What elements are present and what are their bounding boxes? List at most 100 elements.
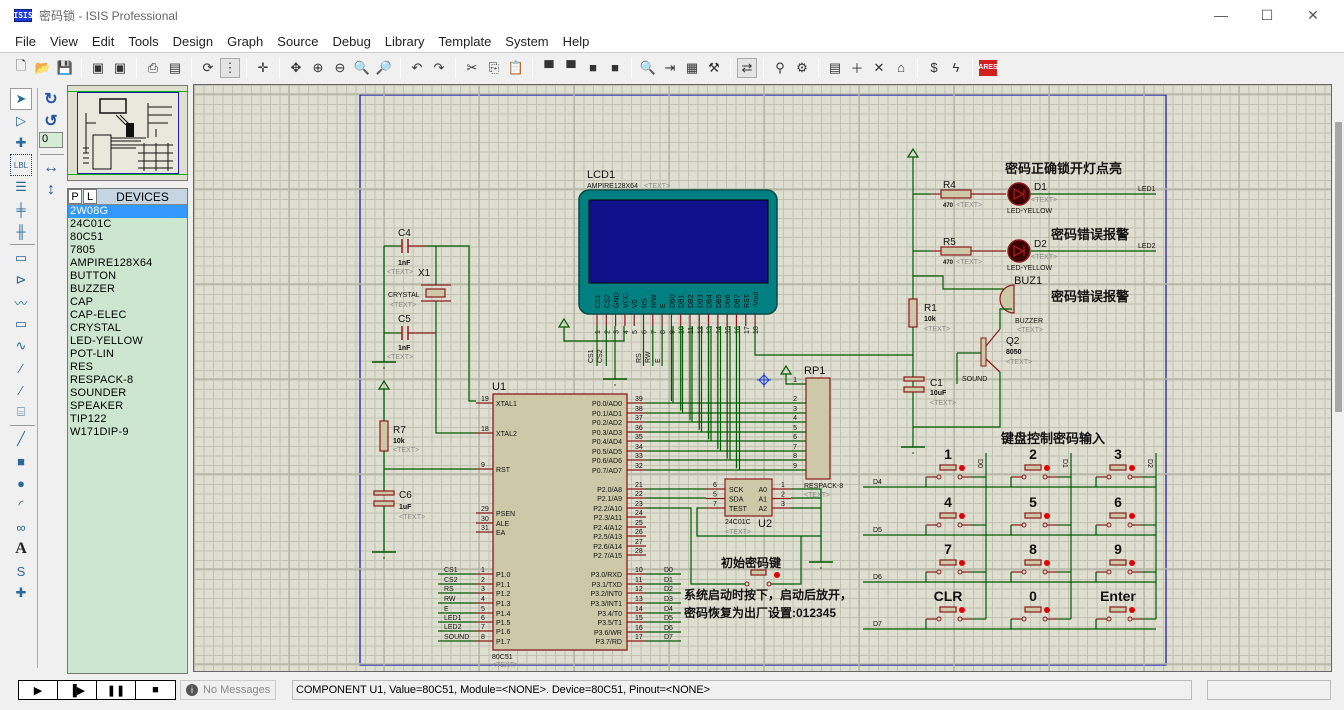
paste-icon[interactable]: 📋 xyxy=(506,58,526,78)
text-script-icon[interactable]: ☰ xyxy=(10,176,32,198)
wire-label-icon[interactable]: LBL xyxy=(10,154,32,176)
path-2d-icon[interactable]: ∞ xyxy=(10,516,32,538)
search-tag-icon[interactable]: ⚲ xyxy=(770,58,790,78)
new-icon[interactable]: 🗋 xyxy=(11,58,31,78)
device-pins-icon[interactable]: ⊳ xyxy=(10,269,32,291)
device-list-item[interactable]: RESPACK-8 xyxy=(68,374,187,387)
menu-design[interactable]: Design xyxy=(166,34,220,49)
device-list-item[interactable]: CAP xyxy=(68,296,187,309)
copy-icon[interactable]: ⎘ xyxy=(484,58,504,78)
selection-mode-icon[interactable]: ➤ xyxy=(10,88,32,110)
zoom-all-icon[interactable]: 🔍 xyxy=(352,58,372,78)
bill-of-materials-icon[interactable]: $ xyxy=(924,58,944,78)
marker-2d-icon[interactable]: ✚ xyxy=(10,582,32,604)
device-list-item[interactable]: TIP122 xyxy=(68,413,187,426)
menu-library[interactable]: Library xyxy=(378,34,432,49)
voltage-probe-icon[interactable]: ⁄ xyxy=(10,357,32,379)
device-list-item[interactable]: SOUNDER xyxy=(68,387,187,400)
current-probe-icon[interactable]: ⁄ xyxy=(10,379,32,401)
menu-edit[interactable]: Edit xyxy=(85,34,121,49)
text-2d-icon[interactable]: A xyxy=(10,538,32,560)
symbol-2d-icon[interactable]: S xyxy=(10,560,32,582)
block-delete-icon[interactable]: ■ xyxy=(605,58,625,78)
rotate-anticlockwise-button[interactable]: ↺ xyxy=(40,110,62,132)
origin-icon[interactable]: ✛ xyxy=(253,58,273,78)
undo-icon[interactable]: ↶ xyxy=(407,58,427,78)
maximize-button[interactable]: ☐ xyxy=(1244,0,1290,30)
goto-parent-icon[interactable]: ⌂ xyxy=(891,58,911,78)
device-list-item[interactable]: 2W08G xyxy=(68,205,187,218)
export-section-icon[interactable]: ▣ xyxy=(110,58,130,78)
redo-icon[interactable]: ↷ xyxy=(429,58,449,78)
device-list-item[interactable]: 24C01C xyxy=(68,218,187,231)
menu-debug[interactable]: Debug xyxy=(325,34,377,49)
mirror-vertical-button[interactable]: ↕ xyxy=(40,179,62,201)
device-list-item[interactable]: AMPIRE128X64 xyxy=(68,257,187,270)
play-button[interactable]: ▶ xyxy=(19,681,58,699)
print-area-icon[interactable]: ▤ xyxy=(165,58,185,78)
virtual-instruments-icon[interactable]: ⌸ xyxy=(10,401,32,423)
subcircuit-icon[interactable]: ╫ xyxy=(10,220,32,242)
zoom-area-icon[interactable]: 🔎 xyxy=(374,58,394,78)
pause-button[interactable]: ❚❚ xyxy=(97,681,136,699)
electrical-rule-check-icon[interactable]: ϟ xyxy=(946,58,966,78)
menu-template[interactable]: Template xyxy=(432,34,499,49)
line-2d-icon[interactable]: ╱ xyxy=(10,428,32,450)
tape-recorder-icon[interactable]: ▭ xyxy=(10,313,32,335)
device-list-item[interactable]: LED-YELLOW xyxy=(68,335,187,348)
device-list-item[interactable]: BUZZER xyxy=(68,283,187,296)
zoom-out-icon[interactable]: ⊖ xyxy=(330,58,350,78)
mirror-horizontal-button[interactable]: ↔ xyxy=(40,157,62,179)
block-rotate-icon[interactable]: ■ xyxy=(583,58,603,78)
redraw-icon[interactable]: ⟳ xyxy=(198,58,218,78)
menu-view[interactable]: View xyxy=(43,34,85,49)
menu-graph[interactable]: Graph xyxy=(220,34,270,49)
device-list-item[interactable]: W171DIP-9 xyxy=(68,426,187,439)
graph-mode-icon[interactable]: 〰 xyxy=(10,291,32,313)
open-icon[interactable]: 📂 xyxy=(33,58,53,78)
junction-dot-icon[interactable]: ✚ xyxy=(10,132,32,154)
device-list-item[interactable]: RES xyxy=(68,361,187,374)
menu-file[interactable]: File xyxy=(8,34,43,49)
device-list-item[interactable]: 7805 xyxy=(68,244,187,257)
menu-system[interactable]: System xyxy=(498,34,555,49)
block-copy-icon[interactable]: ▀ xyxy=(539,58,559,78)
arc-2d-icon[interactable]: ◜ xyxy=(10,494,32,516)
close-button[interactable]: ✕ xyxy=(1290,0,1336,30)
make-device-icon[interactable]: ⇥ xyxy=(660,58,680,78)
step-button[interactable]: ▐▶ xyxy=(58,681,97,699)
zoom-in-icon[interactable]: ⊕ xyxy=(308,58,328,78)
messages-panel[interactable]: i No Messages xyxy=(180,680,276,700)
grid-icon[interactable]: ⋮ xyxy=(220,57,240,78)
stop-button[interactable]: ■ xyxy=(136,681,175,699)
device-list-item[interactable]: CRYSTAL xyxy=(68,322,187,335)
device-list-item[interactable]: SPEAKER xyxy=(68,400,187,413)
box-2d-icon[interactable]: ■ xyxy=(10,450,32,472)
overview-window[interactable] xyxy=(67,85,188,181)
device-list-item[interactable]: CAP-ELEC xyxy=(68,309,187,322)
add-sheet-icon[interactable]: ＋ xyxy=(847,58,867,78)
device-list-item[interactable]: POT-LIN xyxy=(68,348,187,361)
import-section-icon[interactable]: ▣ xyxy=(88,58,108,78)
menu-tools[interactable]: Tools xyxy=(121,34,165,49)
packaging-tool-icon[interactable]: ▦ xyxy=(682,58,702,78)
device-list-item[interactable]: BUTTON xyxy=(68,270,187,283)
property-assignment-icon[interactable]: ⚙ xyxy=(792,58,812,78)
terminals-icon[interactable]: ▭ xyxy=(10,247,32,269)
rotation-angle-input[interactable]: 0 xyxy=(39,132,63,148)
rotate-clockwise-button[interactable]: ↻ xyxy=(40,88,62,110)
remove-sheet-icon[interactable]: ✕ xyxy=(869,58,889,78)
menu-help[interactable]: Help xyxy=(556,34,597,49)
block-move-icon[interactable]: ▀ xyxy=(561,58,581,78)
pick-device-icon[interactable]: 🔍 xyxy=(638,58,658,78)
buses-icon[interactable]: ╪ xyxy=(10,198,32,220)
generator-icon[interactable]: ∿ xyxy=(10,335,32,357)
device-list-item[interactable]: 80C51 xyxy=(68,231,187,244)
print-icon[interactable]: ⎙ xyxy=(143,58,163,78)
pick-devices-button[interactable]: P xyxy=(68,189,82,204)
circle-2d-icon[interactable]: ● xyxy=(10,472,32,494)
component-mode-icon[interactable]: ▷ xyxy=(10,110,32,132)
pan-icon[interactable]: ✥ xyxy=(286,58,306,78)
ares-icon[interactable]: ARES xyxy=(978,59,998,76)
decompose-icon[interactable]: ⚒ xyxy=(704,58,724,78)
